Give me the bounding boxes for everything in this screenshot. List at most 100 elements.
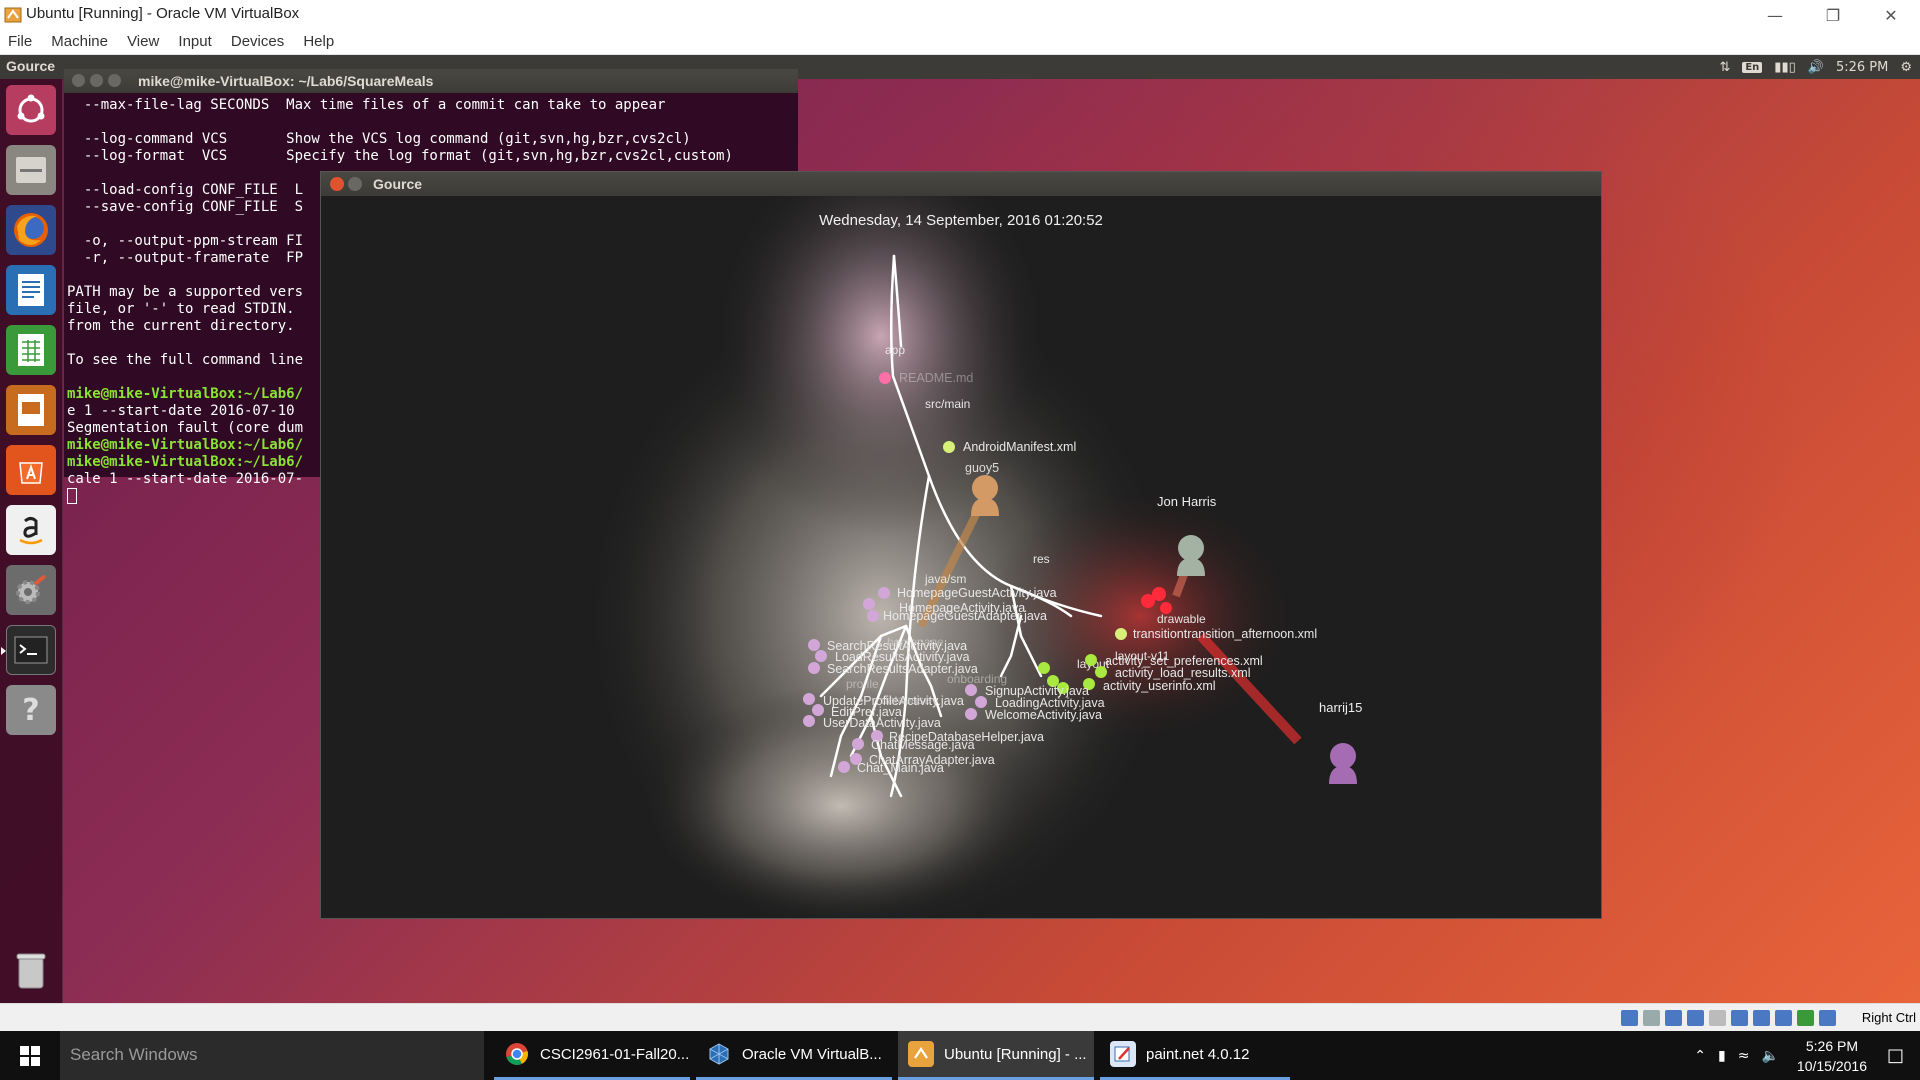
help-icon[interactable]: ? <box>6 685 56 735</box>
terminal-line: mike@mike-VirtualBox:~/Lab6/ <box>67 454 304 470</box>
video-capture-icon[interactable] <box>1775 1010 1792 1026</box>
volume-icon[interactable]: 🔈 <box>1761 1048 1778 1064</box>
maximize-icon[interactable] <box>108 74 121 87</box>
menu-devices[interactable]: Devices <box>231 33 284 50</box>
close-icon[interactable] <box>330 177 344 191</box>
optical-drive-icon[interactable] <box>1643 1010 1660 1026</box>
top-panel-clock[interactable]: 5:26 PM <box>1836 60 1888 75</box>
file-label: SearchResultsAdapter.java <box>827 662 978 676</box>
libreoffice-impress-icon[interactable] <box>6 385 56 435</box>
file-label: ChatMessage.java <box>871 738 975 752</box>
terminal-line: cale 1 --start-date 2016-07- <box>67 471 304 487</box>
chrome-icon <box>504 1041 530 1067</box>
minimize-button[interactable]: — <box>1746 0 1804 30</box>
virtualbox-menubar: File Machine View Input Devices Help <box>0 30 1920 55</box>
gource-window[interactable]: Gource Wednesday, 14 September, 2016 01:… <box>320 171 1602 919</box>
display-icon[interactable] <box>1753 1010 1770 1026</box>
taskbar-clock[interactable]: 5:26 PM 10/15/2016 <box>1797 1036 1867 1076</box>
terminal-line: e 1 --start-date 2016-07-10 <box>67 403 295 419</box>
close-icon[interactable] <box>72 74 85 87</box>
ubuntu-software-icon[interactable] <box>6 445 56 495</box>
ubuntu-desktop: Gource ⇅ En ▮▮▯ 🔊 5:26 PM ⚙ ? mike@mike-… <box>0 55 1920 1003</box>
minimize-icon[interactable] <box>90 74 103 87</box>
user-label: guoy5 <box>965 461 999 475</box>
menu-file[interactable]: File <box>8 33 32 50</box>
shared-folders-icon[interactable] <box>1731 1010 1748 1026</box>
network-arrows-icon[interactable]: ⇅ <box>1719 60 1730 75</box>
user-label: Jon Harris <box>1157 494 1217 509</box>
dir-label-app: app <box>885 343 905 357</box>
file-label: README.md <box>899 371 973 385</box>
chevron-up-icon[interactable]: ⌃ <box>1694 1048 1706 1064</box>
ubuntu-dash-icon[interactable] <box>6 85 56 135</box>
virtualbox-titlebar: Ubuntu [Running] - Oracle VM VirtualBox … <box>0 0 1920 30</box>
gource-timestamp: Wednesday, 14 September, 2016 01:20:52 <box>819 212 1103 229</box>
hard-disk-icon[interactable] <box>1621 1010 1638 1026</box>
vm-window-icon <box>908 1041 934 1067</box>
restore-button[interactable]: ❐ <box>1804 0 1862 30</box>
terminal-line: -o, --output-ppm-stream FI <box>67 233 304 249</box>
terminal-titlebar[interactable]: mike@mike-VirtualBox: ~/Lab6/SquareMeals <box>64 69 798 93</box>
terminal-line: -r, --output-framerate FP <box>67 250 304 266</box>
file-label: UserDataActivity.java <box>823 716 941 730</box>
menu-view[interactable]: View <box>127 33 159 50</box>
firefox-icon[interactable] <box>6 205 56 255</box>
wifi-icon[interactable]: ≈ <box>1738 1048 1750 1064</box>
paint-net-icon <box>1110 1041 1136 1067</box>
search-placeholder: Search Windows <box>70 1045 198 1064</box>
menu-help[interactable]: Help <box>303 33 334 50</box>
files-icon[interactable] <box>6 145 56 195</box>
taskbar-chrome[interactable]: CSCI2961-01-Fall20... <box>494 1031 690 1080</box>
file-label: transitiontransition_afternoon.xml <box>1133 627 1317 641</box>
taskbar-virtualbox[interactable]: Oracle VM VirtualB... <box>696 1031 892 1080</box>
menu-input[interactable]: Input <box>178 33 211 50</box>
action-center-icon[interactable]: □ <box>1887 1045 1904 1066</box>
mouse-integration-icon[interactable] <box>1797 1010 1814 1026</box>
network-icon[interactable] <box>1687 1010 1704 1026</box>
taskbar-ubuntu-running[interactable]: Ubuntu [Running] - ... <box>898 1031 1094 1080</box>
taskbar-paint-net[interactable]: paint.net 4.0.12 <box>1100 1031 1290 1080</box>
dir-label-java-sm: java/sm <box>924 572 966 586</box>
terminal-line: --max-file-lag SECONDS Max time files of… <box>67 97 666 113</box>
taskbar-label: CSCI2961-01-Fall20... <box>540 1045 690 1063</box>
terminal-icon[interactable] <box>1 625 56 675</box>
file-label: HomepageGuestActivity.java <box>897 586 1057 600</box>
libreoffice-calc-icon[interactable] <box>6 325 56 375</box>
host-key-label: Right Ctrl <box>1861 1010 1916 1025</box>
terminal-line: --log-command VCS Show the VCS log comma… <box>67 131 691 147</box>
window-title: Ubuntu [Running] - Oracle VM VirtualBox <box>26 5 300 22</box>
menu-machine[interactable]: Machine <box>51 33 108 50</box>
terminal-line: --load-config CONF_FILE L <box>67 182 304 198</box>
gource-svg: Wednesday, 14 September, 2016 01:20:52 a… <box>581 196 1362 918</box>
clock-date: 10/15/2016 <box>1796 1057 1867 1074</box>
clock-time: 5:26 PM <box>1805 1037 1859 1054</box>
usb-icon[interactable] <box>1709 1010 1726 1026</box>
volume-icon[interactable]: 🔊 <box>1808 60 1824 75</box>
windows-logo-icon <box>20 1045 40 1066</box>
battery-icon[interactable]: ▮▮▯ <box>1774 60 1795 75</box>
gource-titlebar[interactable]: Gource <box>321 172 1601 196</box>
keyboard-capture-icon[interactable] <box>1819 1010 1836 1026</box>
search-box[interactable]: Search Windows <box>60 1031 484 1080</box>
virtualbox-ubuntu-icon <box>4 7 22 23</box>
system-tray: ⌃ ▮ ≈ 🔈 5:26 PM 10/15/2016 □ <box>1688 1031 1920 1080</box>
start-button[interactable] <box>0 1031 60 1080</box>
battery-icon[interactable]: ▮ <box>1718 1048 1726 1064</box>
unity-launcher: ? <box>0 79 63 1003</box>
file-label: HomepageGuestAdapter.java <box>883 609 1047 623</box>
active-app-name: Gource <box>6 58 56 74</box>
minimize-icon[interactable] <box>348 177 362 191</box>
system-settings-icon[interactable] <box>6 565 56 615</box>
dir-label-profile: profile <box>846 677 879 691</box>
amazon-icon[interactable] <box>6 505 56 555</box>
terminal-line: PATH may be a supported vers <box>67 284 304 300</box>
close-button[interactable]: ✕ <box>1862 0 1920 30</box>
terminal-line: --log-format VCS Specify the log format … <box>67 148 733 164</box>
terminal-cursor <box>67 488 77 504</box>
gource-visualization[interactable]: Wednesday, 14 September, 2016 01:20:52 a… <box>321 196 1601 918</box>
trash-icon[interactable] <box>6 945 56 995</box>
libreoffice-writer-icon[interactable] <box>6 265 56 315</box>
gear-icon[interactable]: ⚙ <box>1900 60 1912 75</box>
keyboard-layout-indicator[interactable]: En <box>1742 61 1763 73</box>
audio-icon[interactable] <box>1665 1010 1682 1026</box>
